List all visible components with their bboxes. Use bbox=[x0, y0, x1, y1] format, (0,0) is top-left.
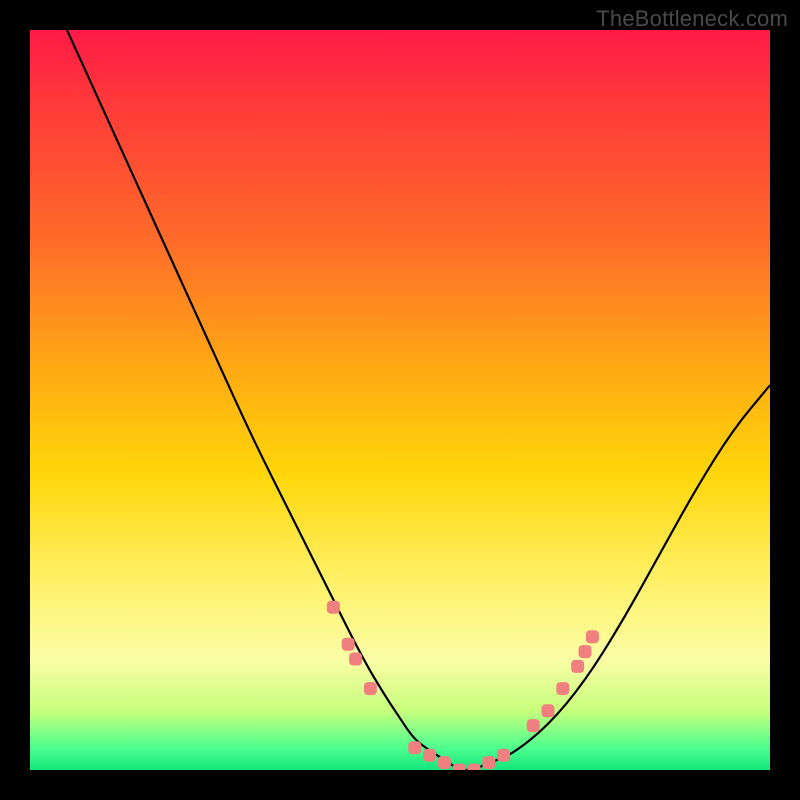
curve-marker bbox=[453, 764, 466, 771]
marker-group bbox=[327, 601, 599, 770]
curve-marker bbox=[586, 630, 599, 643]
curve-marker bbox=[364, 682, 377, 695]
curve-marker bbox=[579, 645, 592, 658]
curve-marker bbox=[527, 719, 540, 732]
curve-marker bbox=[423, 749, 436, 762]
curve-marker bbox=[542, 704, 555, 717]
curve-marker bbox=[468, 764, 481, 771]
watermark-text: TheBottleneck.com bbox=[596, 6, 788, 32]
curve-marker bbox=[408, 741, 421, 754]
curve-marker bbox=[438, 756, 451, 769]
bottleneck-curve bbox=[67, 30, 770, 770]
curve-marker bbox=[571, 660, 584, 673]
curve-svg bbox=[30, 30, 770, 770]
curve-marker bbox=[327, 601, 340, 614]
chart-frame: TheBottleneck.com bbox=[0, 0, 800, 800]
curve-marker bbox=[556, 682, 569, 695]
plot-area bbox=[30, 30, 770, 770]
curve-marker bbox=[342, 638, 355, 651]
curve-marker bbox=[497, 749, 510, 762]
curve-marker bbox=[482, 756, 495, 769]
curve-marker bbox=[349, 653, 362, 666]
